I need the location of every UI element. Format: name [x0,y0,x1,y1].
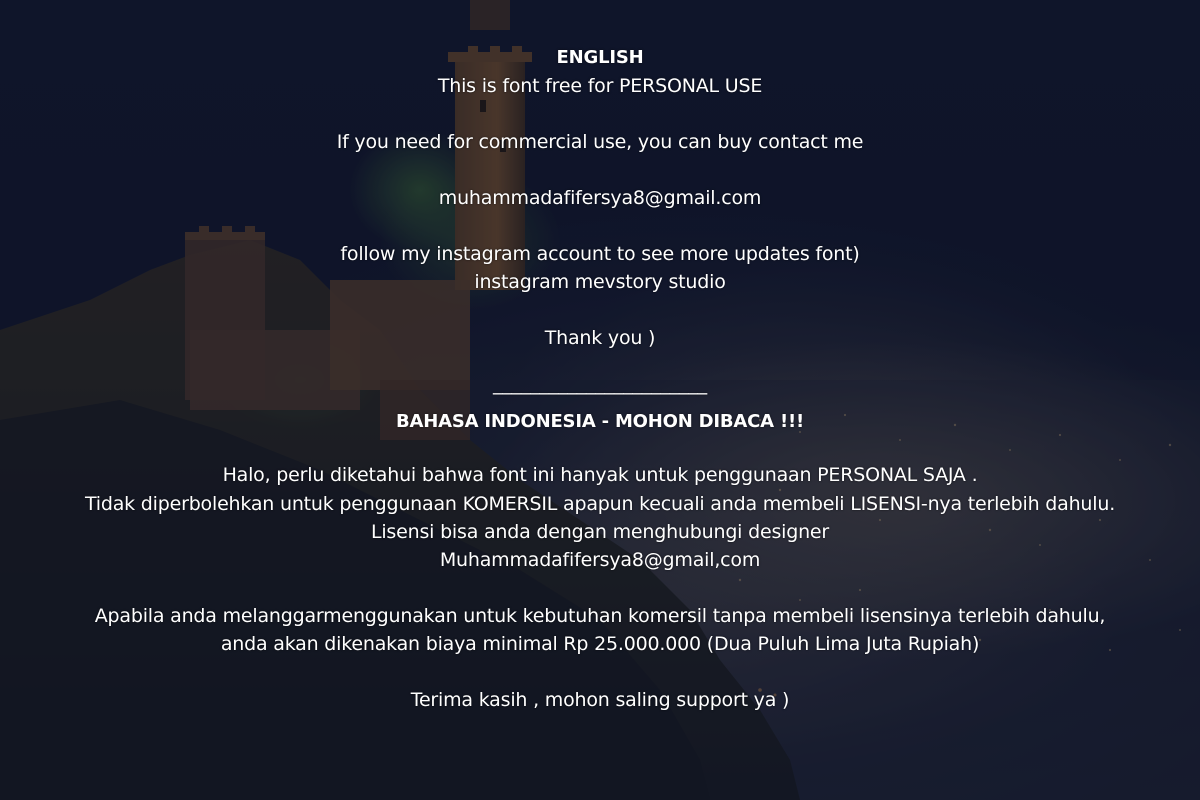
indonesia-closing: Terima kasih , mohon saling support ya ) [410,689,790,711]
indonesia-violation-line: Apabila anda melanggarmenggunakan untuk … [94,605,1106,627]
english-follow-line: follow my instagram account to see more … [340,243,860,265]
indonesia-fee-line: anda akan dikenakan biaya minimal Rp 25.… [220,633,980,655]
dim-overlay [0,0,1200,800]
section-divider: _______________________ [493,373,707,395]
indonesia-email: Muhammadafifersya8@gmail,com [439,549,761,571]
indonesia-personal-line: Halo, perlu diketahui bahwa font ini han… [222,464,978,486]
english-instagram-line: instagram mevstory studio [474,271,726,293]
english-heading: ENGLISH [556,47,644,68]
indonesia-heading: BAHASA INDONESIA - MOHON DIBACA !!! [395,411,804,432]
indonesia-license-line: Lisensi bisa anda dengan menghubungi des… [370,521,830,543]
english-commercial-line: If you need for commercial use, you can … [336,131,864,153]
license-notice-page: ENGLISH This is font free for PERSONAL U… [0,0,1200,800]
english-email: muhammadafifersya8@gmail.com [438,187,762,209]
english-thanks: Thank you ) [544,327,656,349]
indonesia-commercial-line: Tidak diperbolehkan untuk penggunaan KOM… [84,493,1116,515]
english-personal-use-line: This is font free for PERSONAL USE [437,75,763,97]
